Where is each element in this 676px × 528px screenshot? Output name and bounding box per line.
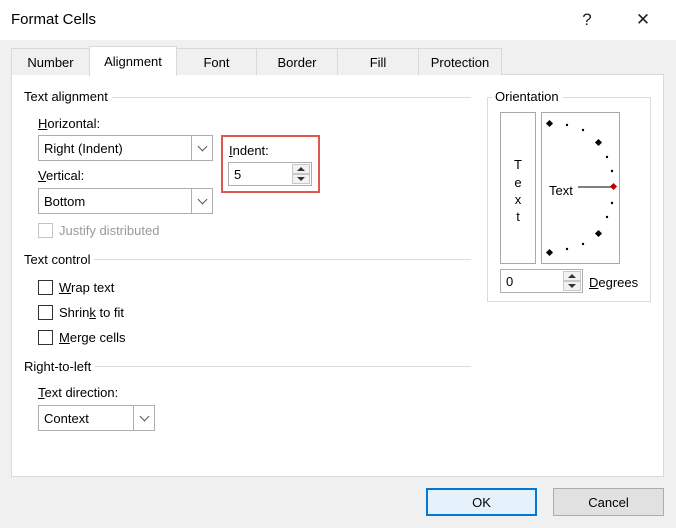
- text-direction-label: Text direction:: [38, 385, 119, 400]
- vertical-label: Vertical:: [38, 168, 85, 183]
- arrow-up-icon: [297, 167, 305, 171]
- text-direction-value: Context: [44, 410, 89, 426]
- close-button[interactable]: ✕: [620, 0, 666, 40]
- text-direction-select[interactable]: Context: [38, 405, 155, 431]
- arrow-up-icon: [568, 274, 576, 278]
- vertical-text-char: e: [514, 175, 522, 190]
- horizontal-select-value: Right (Indent): [44, 140, 123, 156]
- orientation-indicator: [609, 182, 618, 191]
- dialog-title: Format Cells: [11, 11, 97, 28]
- justify-distributed-label: Justify distributed: [59, 223, 160, 238]
- vertical-select[interactable]: Bottom: [38, 188, 213, 214]
- tab-protection[interactable]: Protection: [418, 48, 502, 75]
- horizontal-label: Horizontal:: [38, 116, 101, 131]
- degrees-increment-button[interactable]: [563, 271, 581, 281]
- degrees-label: Degrees: [589, 275, 639, 290]
- help-icon: ?: [582, 10, 592, 29]
- wrap-text-checkbox[interactable]: [38, 280, 53, 295]
- arrow-down-icon: [568, 284, 576, 288]
- close-icon: ✕: [635, 10, 651, 29]
- help-button[interactable]: ?: [564, 0, 610, 40]
- text-control-heading: Text control: [24, 252, 95, 267]
- indent-value: 5: [234, 166, 242, 182]
- shrink-to-fit-checkbox[interactable]: [38, 305, 53, 320]
- tab-border[interactable]: Border: [256, 48, 338, 75]
- merge-cells-label: Merge cells: [59, 330, 126, 345]
- vertical-text-char: t: [516, 209, 520, 224]
- vertical-text-orientation-box[interactable]: T e x t: [500, 112, 536, 264]
- orientation-dial[interactable]: Text: [541, 112, 620, 264]
- vertical-dropdown-button[interactable]: [191, 189, 212, 213]
- tab-number[interactable]: Number: [11, 48, 90, 75]
- chevron-down-icon: [197, 194, 207, 204]
- tab-alignment[interactable]: Alignment: [89, 46, 177, 76]
- shrink-to-fit-label: Shrink to fit: [59, 305, 125, 320]
- text-direction-dropdown-button[interactable]: [133, 406, 154, 430]
- orientation-dial-text: Text: [549, 183, 573, 198]
- chevron-down-icon: [139, 411, 149, 421]
- degrees-spin-buttons: [563, 271, 581, 291]
- tab-font[interactable]: Font: [176, 48, 257, 75]
- indent-spin-buttons: [292, 164, 310, 184]
- rtl-heading: Right-to-left: [24, 359, 96, 374]
- indent-decrement-button[interactable]: [292, 174, 310, 184]
- vertical-text-char: x: [514, 192, 522, 207]
- degrees-spinner[interactable]: 0: [500, 269, 583, 293]
- tab-fill[interactable]: Fill: [337, 48, 419, 75]
- orientation-heading: Orientation: [492, 89, 563, 104]
- degrees-decrement-button[interactable]: [563, 281, 581, 291]
- merge-cells-checkbox[interactable]: [38, 330, 53, 345]
- horizontal-select[interactable]: Right (Indent): [38, 135, 213, 161]
- chevron-down-icon: [197, 141, 207, 151]
- indent-spinner[interactable]: 5: [228, 162, 312, 186]
- arrow-down-icon: [297, 177, 305, 181]
- text-alignment-heading: Text alignment: [24, 89, 112, 104]
- horizontal-dropdown-button[interactable]: [191, 136, 212, 160]
- justify-distributed-checkbox[interactable]: [38, 223, 53, 238]
- indent-increment-button[interactable]: [292, 164, 310, 174]
- cancel-button[interactable]: Cancel: [553, 488, 664, 516]
- wrap-text-label: Wrap text: [59, 280, 115, 295]
- ok-button[interactable]: OK: [426, 488, 537, 516]
- degrees-value: 0: [506, 273, 514, 289]
- vertical-select-value: Bottom: [44, 193, 86, 209]
- indent-label: Indent:: [229, 143, 269, 158]
- vertical-text-char: T: [514, 157, 522, 172]
